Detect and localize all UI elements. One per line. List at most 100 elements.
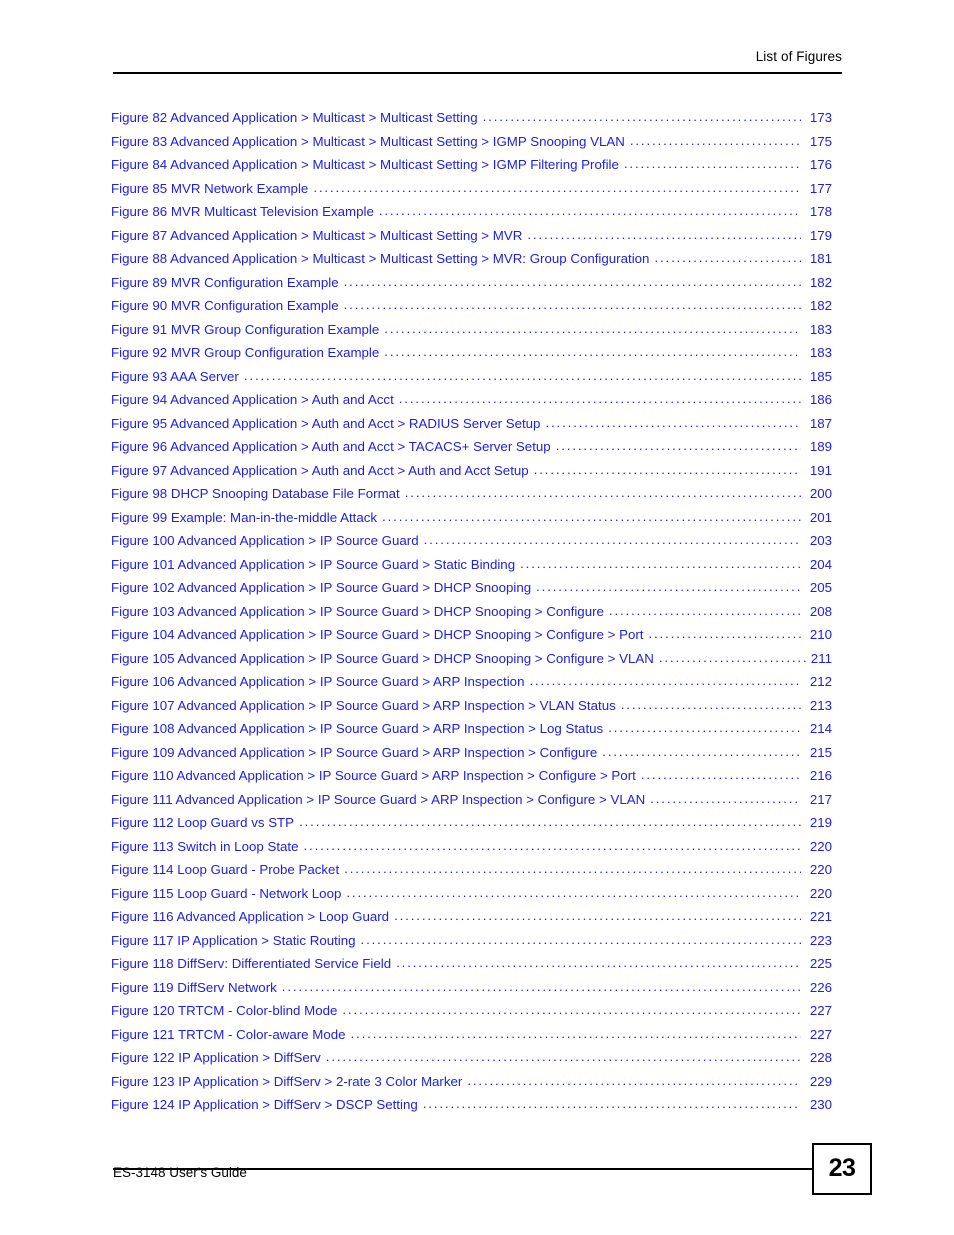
toc-entry-label: Figure 115 Loop Guard - Network Loop: [111, 885, 342, 901]
toc-entry[interactable]: Figure 99 Example: Man-in-the-middle Att…: [111, 506, 832, 530]
toc-leader-dots: ........................................…: [343, 298, 801, 312]
toc-entry-label: Figure 112 Loop Guard vs STP: [111, 815, 295, 830]
toc-entry[interactable]: Figure 82 Advanced Application > Multica…: [111, 106, 832, 130]
toc-entry[interactable]: Figure 121 TRTCM - Color-aware Mode.....…: [111, 1023, 832, 1047]
toc-entry[interactable]: Figure 113 Switch in Loop State.........…: [111, 835, 832, 859]
toc-entry[interactable]: Figure 124 IP Application > DiffServ > D…: [111, 1093, 832, 1117]
toc-entry-label: Figure 103 Advanced Application > IP Sou…: [111, 603, 604, 619]
toc-entry[interactable]: Figure 94 Advanced Application > Auth an…: [111, 388, 832, 412]
toc-leader-dots: ........................................…: [520, 556, 801, 570]
toc-entry-label: Figure 113 Switch in Loop State: [111, 838, 299, 854]
toc-entry-label: Figure 106 Advanced Application > IP Sou…: [111, 674, 525, 689]
toc-entry[interactable]: Figure 108 Advanced Application > IP Sou…: [111, 717, 832, 741]
footer-guide-label: ES-3148 User's Guide: [113, 1165, 247, 1180]
toc-entry-page-number: 187: [809, 415, 832, 431]
toc-entry-page-number: 201: [809, 509, 832, 525]
toc-entry[interactable]: Figure 119 DiffServ Network.............…: [111, 976, 832, 1000]
toc-entry[interactable]: Figure 101 Advanced Application > IP Sou…: [111, 553, 832, 577]
toc-leader-dots: ........................................…: [527, 227, 801, 241]
toc-entry[interactable]: Figure 89 MVR Configuration Example.....…: [111, 271, 832, 295]
page-header: List of Figures: [113, 48, 842, 74]
toc-leader-dots: ........................................…: [629, 133, 801, 147]
toc-entry[interactable]: Figure 85 MVR Network Example...........…: [111, 177, 832, 201]
toc-leader-dots: ........................................…: [602, 744, 801, 758]
toc-leader-dots: ........................................…: [299, 815, 801, 829]
toc-entry[interactable]: Figure 96 Advanced Application > Auth an…: [111, 435, 832, 459]
toc-entry-label: Figure 86 MVR Multicast Television Examp…: [111, 204, 374, 219]
toc-entry[interactable]: Figure 118 DiffServ: Differentiated Serv…: [111, 952, 832, 976]
toc-leader-dots: ........................................…: [384, 345, 801, 359]
toc-leader-dots: ........................................…: [648, 627, 801, 641]
toc-entry-page-number: 210: [809, 627, 832, 642]
toc-leader-dots: ........................................…: [545, 415, 801, 429]
toc-leader-dots: ........................................…: [555, 439, 801, 453]
toc-leader-dots: ........................................…: [398, 392, 801, 406]
toc-entry[interactable]: Figure 91 MVR Group Configuration Exampl…: [111, 318, 832, 342]
toc-entry[interactable]: Figure 97 Advanced Application > Auth an…: [111, 459, 832, 483]
toc-entry[interactable]: Figure 98 DHCP Snooping Database File Fo…: [111, 482, 832, 506]
toc-entry-label: Figure 119 DiffServ Network: [111, 979, 277, 995]
toc-entry-label: Figure 95 Advanced Application > Auth an…: [111, 415, 541, 431]
toc-entry[interactable]: Figure 88 Advanced Application > Multica…: [111, 247, 832, 271]
toc-entry[interactable]: Figure 107 Advanced Application > IP Sou…: [111, 694, 832, 718]
toc-entry[interactable]: Figure 104 Advanced Application > IP Sou…: [111, 623, 832, 647]
toc-entry[interactable]: Figure 105 Advanced Application > IP Sou…: [111, 647, 832, 671]
toc-leader-dots: ........................................…: [382, 509, 801, 523]
toc-entry[interactable]: Figure 100 Advanced Application > IP Sou…: [111, 529, 832, 553]
toc-entry-page-number: 203: [809, 533, 832, 548]
toc-entry-page-number: 226: [809, 979, 832, 995]
toc-entry-page-number: 204: [809, 556, 832, 572]
toc-entry[interactable]: Figure 122 IP Application > DiffServ....…: [111, 1046, 832, 1070]
toc-leader-dots: ........................................…: [654, 251, 801, 265]
toc-entry-label: Figure 91 MVR Group Configuration Exampl…: [111, 321, 380, 337]
toc-entry[interactable]: Figure 114 Loop Guard - Probe Packet....…: [111, 858, 832, 882]
toc-entry[interactable]: Figure 120 TRTCM - Color-blind Mode.....…: [111, 999, 832, 1023]
toc-leader-dots: ........................................…: [608, 603, 801, 617]
document-page: List of Figures Figure 82 Advanced Appli…: [0, 0, 954, 1235]
toc-entry[interactable]: Figure 116 Advanced Application > Loop G…: [111, 905, 832, 929]
toc-leader-dots: ........................................…: [384, 321, 801, 335]
toc-leader-dots: ........................................…: [608, 721, 801, 735]
toc-entry-page-number: 225: [809, 956, 832, 971]
toc-entry-page-number: 186: [809, 392, 832, 407]
toc-leader-dots: ........................................…: [423, 533, 801, 547]
toc-entry-label: Figure 94 Advanced Application > Auth an…: [111, 392, 394, 407]
toc-leader-dots: ........................................…: [343, 274, 801, 288]
toc-entry[interactable]: Figure 102 Advanced Application > IP Sou…: [111, 576, 832, 600]
toc-entry-page-number: 215: [809, 744, 832, 760]
toc-entry[interactable]: Figure 115 Loop Guard - Network Loop....…: [111, 882, 832, 906]
toc-entry-label: Figure 117 IP Application > Static Routi…: [111, 932, 356, 948]
toc-entry-label: Figure 82 Advanced Application > Multica…: [111, 110, 478, 125]
toc-entry-page-number: 220: [809, 862, 832, 877]
toc-entry[interactable]: Figure 112 Loop Guard vs STP............…: [111, 811, 832, 835]
toc-entry[interactable]: Figure 110 Advanced Application > IP Sou…: [111, 764, 832, 788]
toc-entry[interactable]: Figure 87 Advanced Application > Multica…: [111, 224, 832, 248]
toc-entry[interactable]: Figure 103 Advanced Application > IP Sou…: [111, 600, 832, 624]
toc-entry-page-number: 181: [809, 251, 832, 266]
toc-entry-label: Figure 97 Advanced Application > Auth an…: [111, 462, 529, 478]
toc-entry-label: Figure 99 Example: Man-in-the-middle Att…: [111, 509, 378, 525]
toc-entry[interactable]: Figure 106 Advanced Application > IP Sou…: [111, 670, 832, 694]
toc-entry[interactable]: Figure 86 MVR Multicast Television Examp…: [111, 200, 832, 224]
toc-entry[interactable]: Figure 93 AAA Server....................…: [111, 365, 832, 389]
toc-leader-dots: ........................................…: [325, 1050, 801, 1064]
toc-leader-dots: ........................................…: [344, 862, 801, 876]
toc-entry[interactable]: Figure 92 MVR Group Configuration Exampl…: [111, 341, 832, 365]
toc-entry[interactable]: Figure 84 Advanced Application > Multica…: [111, 153, 832, 177]
toc-leader-dots: ........................................…: [378, 204, 801, 218]
toc-entry-page-number: 189: [809, 439, 832, 454]
toc-entry[interactable]: Figure 90 MVR Configuration Example.....…: [111, 294, 832, 318]
toc-entry[interactable]: Figure 111 Advanced Application > IP Sou…: [111, 788, 832, 812]
toc-entry[interactable]: Figure 117 IP Application > Static Routi…: [111, 929, 832, 953]
toc-entry-page-number: 205: [809, 580, 832, 595]
toc-entry-label: Figure 121 TRTCM - Color-aware Mode: [111, 1026, 346, 1042]
toc-entry[interactable]: Figure 95 Advanced Application > Auth an…: [111, 412, 832, 436]
toc-leader-dots: ........................................…: [360, 932, 801, 946]
toc-entry-label: Figure 108 Advanced Application > IP Sou…: [111, 721, 604, 736]
toc-entry-page-number: 230: [809, 1097, 832, 1112]
toc-entry[interactable]: Figure 109 Advanced Application > IP Sou…: [111, 741, 832, 765]
toc-entry[interactable]: Figure 83 Advanced Application > Multica…: [111, 130, 832, 154]
toc-leader-dots: ........................................…: [303, 838, 801, 852]
toc-entry-page-number: 173: [809, 110, 832, 125]
toc-entry[interactable]: Figure 123 IP Application > DiffServ > 2…: [111, 1070, 832, 1094]
